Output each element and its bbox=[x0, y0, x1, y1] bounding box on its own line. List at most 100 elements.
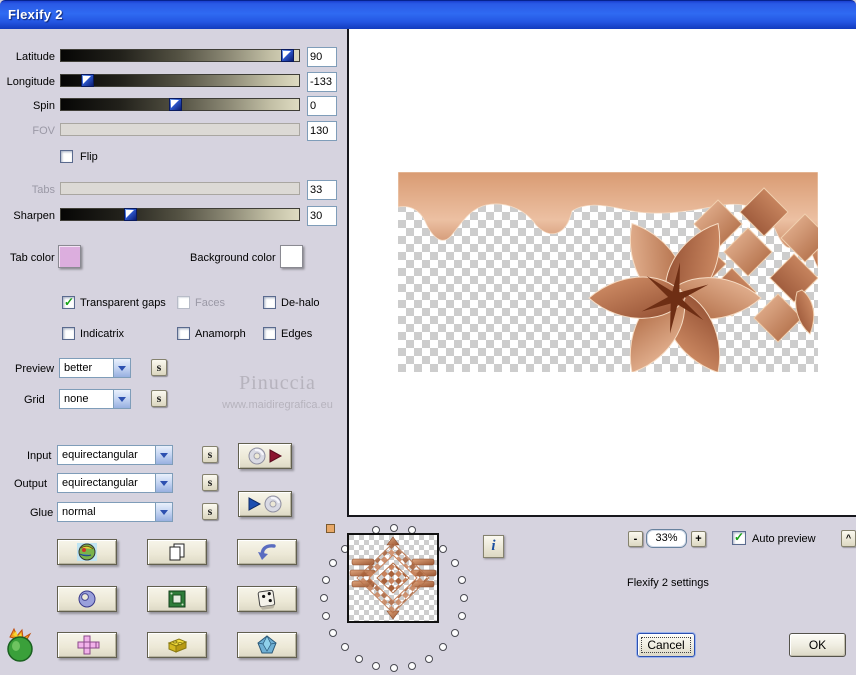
brick-button[interactable] bbox=[147, 632, 207, 658]
load-settings-button[interactable] bbox=[238, 443, 292, 469]
undo-button[interactable] bbox=[237, 539, 297, 565]
flip-checkbox[interactable] bbox=[60, 150, 73, 163]
sharpen-slider[interactable] bbox=[60, 208, 300, 221]
dice-icon bbox=[257, 589, 276, 610]
output-select-label: Output bbox=[14, 478, 48, 490]
lego-brick-icon bbox=[167, 638, 188, 653]
ok-button[interactable]: OK bbox=[789, 633, 846, 657]
input-select[interactable]: equirectangular bbox=[57, 445, 173, 465]
faces-label: Faces bbox=[195, 297, 225, 309]
input-s-button[interactable]: s bbox=[202, 446, 218, 463]
load-image-button[interactable] bbox=[57, 539, 117, 565]
cancel-button[interactable]: Cancel bbox=[637, 633, 695, 657]
zoom-in-button[interactable]: + bbox=[691, 531, 706, 547]
memory-dot[interactable] bbox=[457, 612, 466, 621]
indicatrix-checkbox[interactable] bbox=[62, 327, 75, 340]
preview-image bbox=[398, 172, 818, 372]
spin-label: Spin bbox=[32, 100, 55, 112]
anamorph-label: Anamorph bbox=[195, 328, 246, 340]
chevron-down-icon[interactable] bbox=[155, 474, 172, 492]
spin-slider-handle[interactable] bbox=[169, 98, 183, 111]
memory-dot[interactable] bbox=[425, 654, 433, 663]
seed-thumbnail[interactable] bbox=[347, 533, 439, 623]
grid-select-value: none bbox=[64, 393, 89, 405]
tabs-label: Tabs bbox=[31, 184, 55, 196]
copy-button[interactable] bbox=[147, 539, 207, 565]
latitude-label: Latitude bbox=[15, 51, 55, 63]
output-select[interactable]: equirectangular bbox=[57, 473, 173, 493]
auto-preview-label: Auto preview bbox=[752, 533, 816, 545]
info-button[interactable]: i bbox=[483, 535, 504, 558]
grid-s-button[interactable]: s bbox=[151, 390, 167, 407]
save-settings-button[interactable] bbox=[238, 491, 292, 517]
collapse-button[interactable]: ^ bbox=[841, 530, 856, 547]
auto-preview-checkbox[interactable] bbox=[732, 530, 746, 545]
seed-pattern bbox=[349, 535, 437, 621]
de-halo-label: De-halo bbox=[281, 297, 320, 309]
chevron-down-icon[interactable] bbox=[113, 359, 130, 377]
dial-marker[interactable] bbox=[326, 524, 335, 533]
polyhedron-icon bbox=[257, 635, 277, 654]
de-halo-checkbox[interactable] bbox=[263, 296, 276, 309]
memory-dot[interactable] bbox=[390, 664, 398, 672]
longitude-value-input[interactable] bbox=[307, 72, 337, 92]
tabs-value-input[interactable] bbox=[307, 180, 337, 200]
memory-dot[interactable] bbox=[408, 661, 417, 670]
grid-select[interactable]: none bbox=[59, 389, 131, 409]
transparent-gaps-checkbox[interactable] bbox=[62, 295, 75, 309]
background-color-swatch[interactable] bbox=[280, 245, 303, 268]
latitude-slider-handle[interactable] bbox=[281, 49, 295, 62]
transparent-gaps-label: Transparent gaps bbox=[80, 297, 166, 309]
preview-s-button[interactable]: s bbox=[151, 359, 167, 376]
longitude-slider[interactable] bbox=[60, 74, 300, 87]
faces-checkbox bbox=[177, 296, 190, 309]
green-square-icon bbox=[168, 590, 186, 608]
chevron-down-icon[interactable] bbox=[155, 446, 172, 464]
window-title: Flexify 2 bbox=[8, 7, 63, 22]
latitude-slider[interactable] bbox=[60, 49, 300, 62]
memory-dot[interactable] bbox=[322, 612, 331, 621]
sharpen-slider-handle[interactable] bbox=[124, 208, 138, 221]
tab-color-swatch[interactable] bbox=[58, 245, 81, 268]
edges-checkbox[interactable] bbox=[263, 327, 276, 340]
memory-dot[interactable] bbox=[371, 661, 380, 670]
zoom-out-button[interactable]: - bbox=[628, 531, 643, 547]
memory-dot[interactable] bbox=[329, 629, 338, 637]
memory-dot[interactable] bbox=[329, 559, 338, 567]
memory-dot[interactable] bbox=[460, 594, 468, 602]
chevron-down-icon[interactable] bbox=[155, 503, 172, 521]
torus-button[interactable] bbox=[57, 586, 117, 612]
copy-pages-icon bbox=[169, 543, 185, 561]
polyhedron-button[interactable] bbox=[237, 632, 297, 658]
latitude-value-input[interactable] bbox=[307, 47, 337, 67]
memory-dot[interactable] bbox=[322, 575, 331, 584]
torus-icon bbox=[78, 590, 96, 608]
spin-slider[interactable] bbox=[60, 98, 300, 111]
unfold-cube-button[interactable] bbox=[57, 632, 117, 658]
memory-dot[interactable] bbox=[439, 643, 448, 652]
randomize-button[interactable] bbox=[237, 586, 297, 612]
memory-dot[interactable] bbox=[390, 524, 398, 532]
memory-dot[interactable] bbox=[355, 654, 363, 663]
memory-dot[interactable] bbox=[439, 544, 448, 553]
chip-button[interactable] bbox=[147, 586, 207, 612]
sharpen-value-input[interactable] bbox=[307, 206, 337, 226]
preview-select[interactable]: better bbox=[59, 358, 131, 378]
longitude-slider-handle[interactable] bbox=[81, 74, 95, 87]
globe-icon bbox=[77, 543, 97, 561]
flaming-pear-logo[interactable] bbox=[4, 627, 40, 663]
memory-dot[interactable] bbox=[340, 643, 349, 652]
fov-value-input[interactable] bbox=[307, 121, 337, 141]
zoom-level[interactable]: 33% bbox=[646, 529, 687, 548]
watermark-name: Pinuccia bbox=[239, 372, 316, 394]
chevron-down-icon[interactable] bbox=[113, 390, 130, 408]
glue-select[interactable]: normal bbox=[57, 502, 173, 522]
memory-dot[interactable] bbox=[450, 559, 459, 567]
glue-s-button[interactable]: s bbox=[202, 503, 218, 520]
memory-dot[interactable] bbox=[457, 575, 466, 584]
spin-value-input[interactable] bbox=[307, 96, 337, 116]
memory-dot[interactable] bbox=[450, 629, 459, 637]
output-s-button[interactable]: s bbox=[202, 474, 218, 491]
anamorph-checkbox[interactable] bbox=[177, 327, 190, 340]
memory-dot[interactable] bbox=[320, 594, 328, 602]
